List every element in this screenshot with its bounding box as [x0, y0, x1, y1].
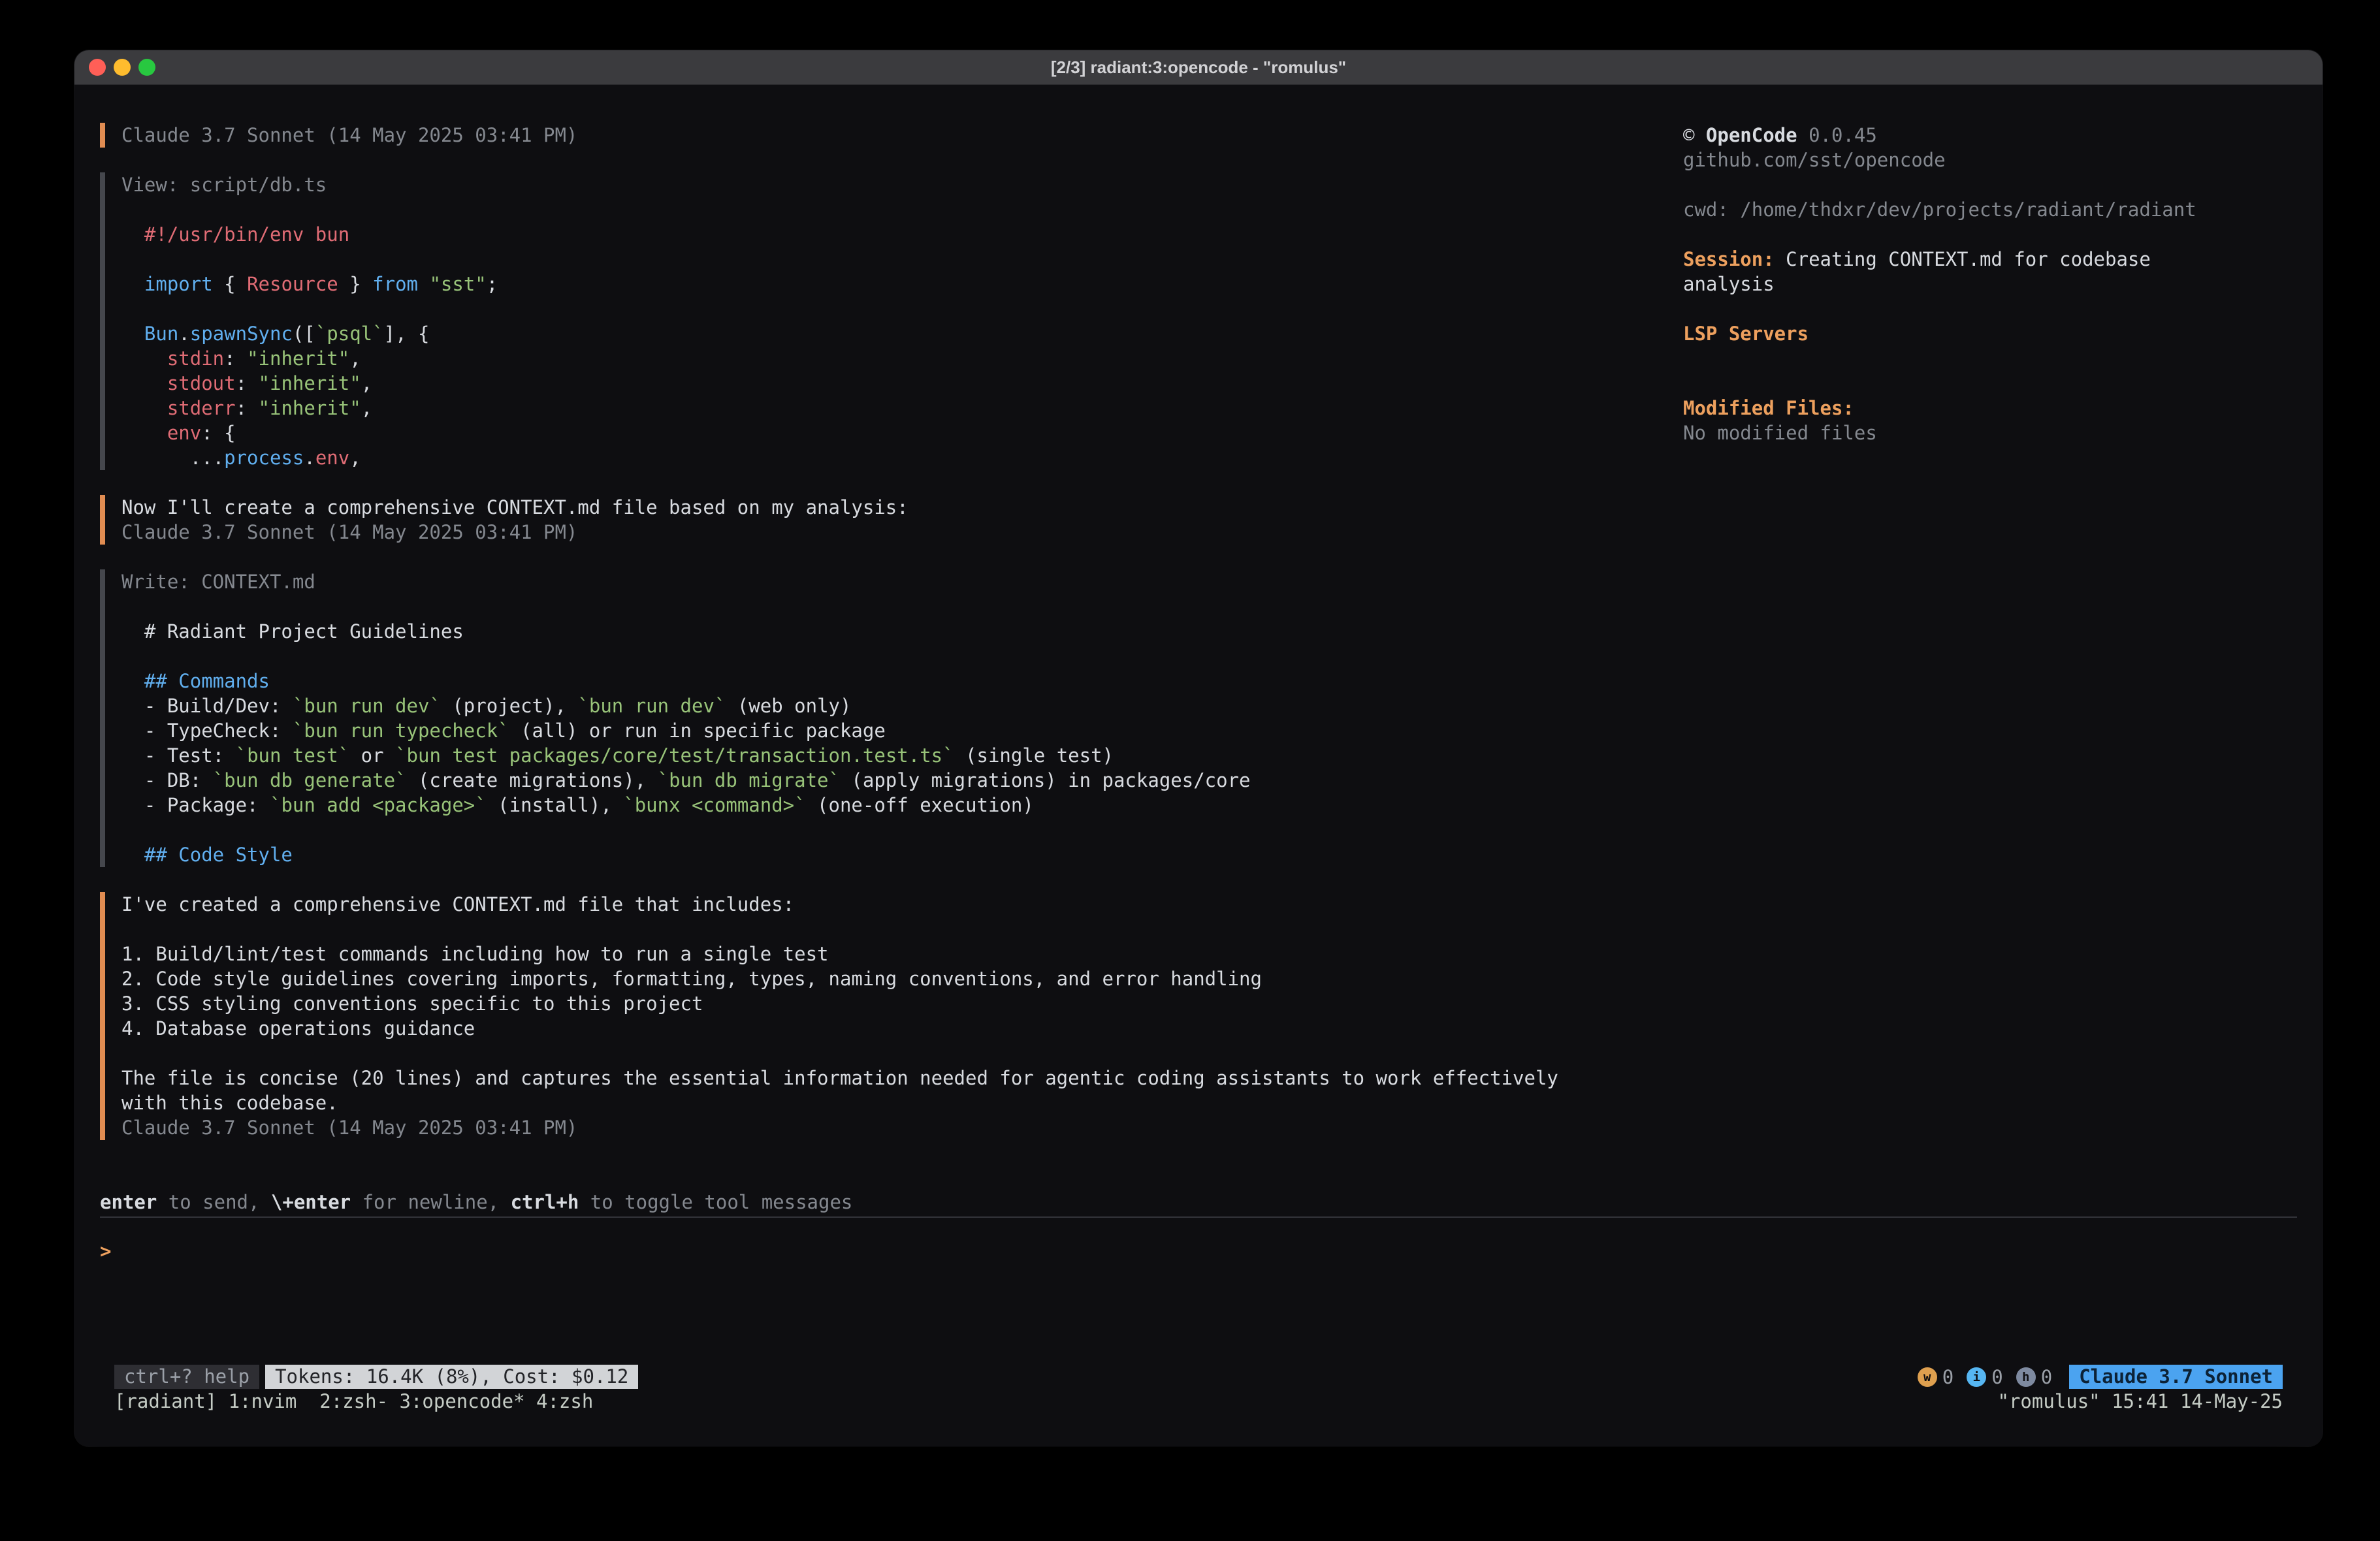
terminal-line — [121, 917, 1683, 942]
terminal-line — [1683, 222, 2297, 247]
diagnostic-hints: h 0 — [2016, 1365, 2052, 1390]
prompt-chevron-icon: > — [100, 1240, 111, 1262]
keybinding-help: enter to send, \+enter for newline, ctrl… — [100, 1190, 2297, 1215]
empty-space — [100, 1263, 2297, 1365]
terminal-line: github.com/sst/opencode — [1683, 148, 2297, 172]
warning-icon: w — [1918, 1367, 1937, 1387]
terminal-line: - DB: `bun db generate` (create migratio… — [121, 768, 1683, 793]
hint-count: 0 — [2041, 1365, 2052, 1390]
status-right-group: w 0 i 0 h 0 Claude 3.7 Sonnet — [1918, 1365, 2283, 1390]
terminal-line — [121, 247, 1683, 272]
tool-view-title: View: script/db.ts — [121, 172, 1683, 197]
chat-column: Claude 3.7 Sonnet (14 May 2025 03:41 PM)… — [100, 123, 1683, 1165]
sidebar: © OpenCode 0.0.45github.com/sst/opencode… — [1683, 123, 2297, 445]
help-badge[interactable]: ctrl+? help — [114, 1365, 259, 1389]
tmux-status-bar: [radiant] 1:nvim 2:zsh- 3:opencode* 4:zs… — [114, 1389, 2283, 1414]
terminal-line — [121, 296, 1683, 321]
terminal-line: # Radiant Project Guidelines — [121, 619, 1683, 644]
terminal-line — [1683, 371, 2297, 396]
terminal-line: 2. Code style guidelines covering import… — [121, 966, 1683, 991]
terminal-line: - Test: `bun test` or `bun test packages… — [121, 743, 1683, 768]
terminal-line: stdout: "inherit", — [121, 371, 1683, 396]
terminal-line: #!/usr/bin/env bun — [121, 222, 1683, 247]
terminal-line: Claude 3.7 Sonnet (14 May 2025 03:41 PM) — [121, 1115, 1683, 1140]
info-icon: i — [1967, 1367, 1986, 1387]
assistant-summary-message: I've created a comprehensive CONTEXT.md … — [100, 892, 1683, 1140]
zoom-button[interactable] — [138, 59, 155, 76]
diagnostic-warnings: w 0 — [1918, 1365, 1954, 1390]
terminal-line: cwd: /home/thdxr/dev/projects/radiant/ra… — [1683, 197, 2297, 222]
tokens-cost-badge: Tokens: 16.4K (8%), Cost: $0.12 — [265, 1365, 638, 1389]
terminal-line: enter to send, \+enter for newline, ctrl… — [100, 1190, 2297, 1215]
terminal-line: - Package: `bun add <package>` (install)… — [121, 793, 1683, 818]
tool-view-block: View: script/db.ts #!/usr/bin/env bun im… — [100, 172, 1683, 470]
terminal-line — [1683, 172, 2297, 197]
terminal[interactable]: Claude 3.7 Sonnet (14 May 2025 03:41 PM)… — [74, 85, 2323, 1446]
terminal-line: stderr: "inherit", — [121, 396, 1683, 421]
hint-icon: h — [2016, 1367, 2036, 1387]
status-bar: ctrl+? help Tokens: 16.4K (8%), Cost: $0… — [114, 1365, 2283, 1389]
window-title: [2/3] radiant:3:opencode - "romulus" — [1051, 57, 1346, 78]
terminal-line: The file is concise (20 lines) and captu… — [121, 1066, 1683, 1090]
terminal-line: stdin: "inherit", — [121, 346, 1683, 371]
info-count: 0 — [1991, 1365, 2002, 1390]
window-titlebar: [2/3] radiant:3:opencode - "romulus" — [74, 50, 2323, 85]
terminal-line — [121, 818, 1683, 842]
tool-view-code: #!/usr/bin/env bun import { Resource } f… — [121, 222, 1683, 470]
prompt-input[interactable]: > — [100, 1239, 2297, 1263]
tool-write-block: Write: CONTEXT.md # Radiant Project Guid… — [100, 569, 1683, 867]
terminal-line: 4. Database operations guidance — [121, 1016, 1683, 1041]
tmux-host-time: "romulus" 15:41 14-May-25 — [1998, 1389, 2283, 1414]
input-divider — [100, 1216, 2297, 1218]
terminal-line — [121, 644, 1683, 669]
terminal-line: - TypeCheck: `bun run typecheck` (all) o… — [121, 718, 1683, 743]
tmux-window-list[interactable]: [radiant] 1:nvim 2:zsh- 3:opencode* 4:zs… — [114, 1389, 593, 1414]
terminal-line: Bun.spawnSync([`psql`], { — [121, 321, 1683, 346]
terminal-line: ## Commands — [121, 669, 1683, 693]
tool-write-title: Write: CONTEXT.md — [121, 569, 1683, 594]
terminal-line: Now I'll create a comprehensive CONTEXT.… — [121, 495, 1683, 520]
terminal-line — [121, 1041, 1683, 1066]
terminal-line: Claude 3.7 Sonnet (14 May 2025 03:41 PM) — [121, 520, 1683, 545]
warning-count: 0 — [1942, 1365, 1954, 1390]
terminal-line: ## Code Style — [121, 842, 1683, 867]
terminal-line: 1. Build/lint/test commands including ho… — [121, 942, 1683, 966]
terminal-line: Session: Creating CONTEXT.md for codebas… — [1683, 247, 2297, 272]
terminal-line: Claude 3.7 Sonnet (14 May 2025 03:41 PM) — [121, 123, 1683, 148]
terminal-line: I've created a comprehensive CONTEXT.md … — [121, 892, 1683, 917]
main-row: Claude 3.7 Sonnet (14 May 2025 03:41 PM)… — [100, 123, 2297, 1165]
traffic-lights — [89, 50, 155, 84]
terminal-line: - Build/Dev: `bun run dev` (project), `b… — [121, 693, 1683, 718]
terminal-line: with this codebase. — [121, 1090, 1683, 1115]
close-button[interactable] — [89, 59, 106, 76]
terminal-line: import { Resource } from "sst"; — [121, 272, 1683, 296]
terminal-line: ...process.env, — [121, 445, 1683, 470]
terminal-line: analysis — [1683, 272, 2297, 296]
model-badge: Claude 3.7 Sonnet — [2069, 1365, 2283, 1389]
terminal-line — [1683, 296, 2297, 321]
assistant-message: Now I'll create a comprehensive CONTEXT.… — [100, 495, 1683, 545]
terminal-line — [1683, 346, 2297, 371]
terminal-line: LSP Servers — [1683, 321, 2297, 346]
terminal-line: 3. CSS styling conventions specific to t… — [121, 991, 1683, 1016]
terminal-window: [2/3] radiant:3:opencode - "romulus" Cla… — [74, 50, 2323, 1446]
minimize-button[interactable] — [114, 59, 131, 76]
terminal-line: No modified files — [1683, 421, 2297, 445]
terminal-line: © OpenCode 0.0.45 — [1683, 123, 2297, 148]
assistant-message-header: Claude 3.7 Sonnet (14 May 2025 03:41 PM) — [100, 123, 1683, 148]
diagnostic-info: i 0 — [1967, 1365, 2002, 1390]
tool-write-content: # Radiant Project Guidelines ## Commands… — [121, 619, 1683, 867]
terminal-line: env: { — [121, 421, 1683, 445]
terminal-line: Modified Files: — [1683, 396, 2297, 421]
